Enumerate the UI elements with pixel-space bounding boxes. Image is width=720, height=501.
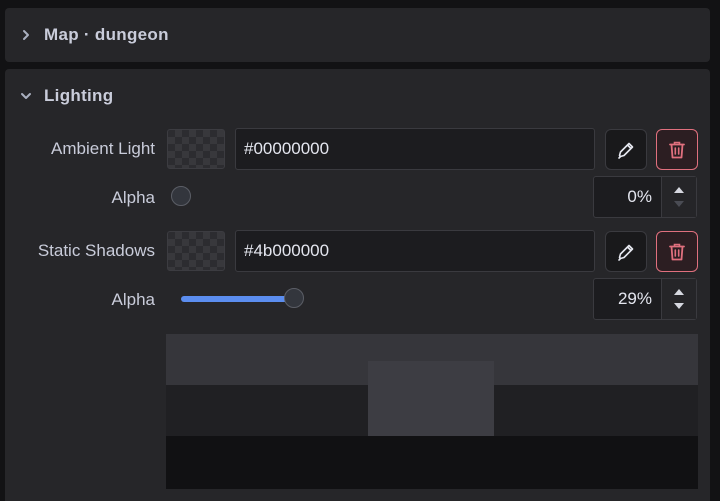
ambient-light-swatch-tint: [168, 130, 224, 168]
arrow-down-icon[interactable]: [672, 199, 686, 209]
static-shadows-alpha-field[interactable]: 29%: [593, 278, 697, 320]
static-shadows-delete-button[interactable]: [656, 231, 698, 272]
static-shadows-alpha-slider-thumb[interactable]: [284, 288, 305, 308]
trash-icon: [669, 141, 685, 158]
static-shadows-color-input[interactable]: [235, 230, 595, 272]
lighting-panel-header[interactable]: Lighting: [5, 69, 710, 123]
static-shadows-swatch[interactable]: [167, 231, 225, 271]
preview-band-dark: [166, 436, 698, 489]
map-panel-title: Map · dungeon: [44, 25, 169, 44]
preview-block: [368, 361, 494, 436]
lighting-preview: [166, 334, 698, 489]
ambient-alpha-value: 0%: [627, 187, 652, 206]
map-panel: Map · dungeon: [5, 8, 710, 62]
static-shadows-swatch-tint: [168, 232, 224, 270]
static-shadows-alpha-value: 29%: [617, 289, 652, 308]
ambient-alpha-spinner[interactable]: [661, 177, 696, 217]
ambient-alpha-label: Alpha: [111, 188, 155, 207]
arrow-down-icon[interactable]: [672, 301, 686, 311]
static-shadows-alpha-slider-fill: [181, 296, 295, 302]
static-shadows-picker-button[interactable]: [605, 231, 647, 272]
arrow-up-icon[interactable]: [672, 185, 686, 195]
static-shadows-alpha-label: Alpha: [111, 290, 155, 309]
ambient-alpha-slider-thumb[interactable]: [171, 186, 191, 206]
eyedropper-icon: [618, 142, 634, 159]
static-shadows-alpha-slider[interactable]: [171, 287, 561, 311]
ambient-light-swatch[interactable]: [167, 129, 225, 169]
arrow-up-icon[interactable]: [672, 287, 686, 297]
ambient-light-color-input[interactable]: [235, 128, 595, 170]
map-panel-header[interactable]: Map · dungeon: [5, 8, 710, 62]
ambient-light-picker-button[interactable]: [605, 129, 647, 170]
lighting-panel: Lighting Ambient Light Alpha 0%: [5, 69, 710, 501]
static-shadows-label: Static Shadows: [37, 241, 155, 260]
ambient-alpha-field[interactable]: 0%: [593, 176, 697, 218]
trash-icon: [669, 243, 685, 260]
chevron-right-icon: [23, 30, 29, 40]
ambient-alpha-slider[interactable]: [171, 185, 561, 209]
chevron-down-icon: [21, 93, 31, 99]
ambient-light-delete-button[interactable]: [656, 129, 698, 170]
lighting-panel-title: Lighting: [44, 86, 114, 105]
eyedropper-icon: [618, 244, 634, 261]
ambient-light-label: Ambient Light: [51, 139, 155, 158]
static-shadows-alpha-spinner[interactable]: [661, 279, 696, 319]
